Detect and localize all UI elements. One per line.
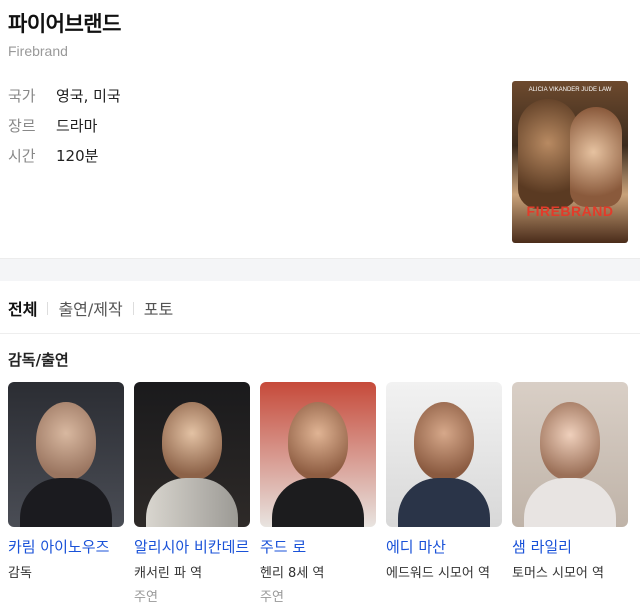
tab-separator — [132, 301, 134, 315]
cast-card[interactable]: 에디 마산 에드워드 시모어 역 — [386, 382, 502, 605]
cast-name[interactable]: 카림 아이노우즈 — [8, 536, 124, 557]
info-value: 영국, 미국 — [56, 86, 121, 105]
tab-bar: 전체 출연/제작 포토 — [8, 296, 173, 320]
movie-original-title: Firebrand — [8, 43, 68, 59]
cast-photo[interactable] — [8, 382, 124, 527]
cast-name[interactable]: 주드 로 — [260, 536, 376, 557]
cast-photo[interactable] — [260, 382, 376, 527]
movie-title: 파이어브랜드 — [8, 12, 121, 36]
movie-info-list: 국가 영국, 미국 장르 드라마 시간 120분 — [8, 80, 121, 170]
cast-role: 캐서린 파 역 — [134, 566, 203, 581]
cast-photo[interactable] — [512, 382, 628, 527]
section-divider — [0, 258, 640, 281]
poster-figure-woman — [570, 107, 622, 207]
cast-role: 헨리 8세 역 — [260, 566, 325, 581]
cast-kind: 주연 — [134, 590, 158, 605]
info-key: 국가 — [8, 86, 36, 105]
cast-name[interactable]: 에디 마산 — [386, 536, 502, 557]
info-row-country: 국가 영국, 미국 — [8, 80, 121, 110]
cast-role: 감독 — [8, 566, 32, 581]
info-value: 드라마 — [56, 116, 98, 135]
cast-name[interactable]: 샘 라일리 — [512, 536, 628, 557]
cast-card[interactable]: 알리시아 비칸데르 캐서린 파 역 주연 — [134, 382, 250, 605]
cast-photo[interactable] — [134, 382, 250, 527]
poster-cast-text: ALICIA VIKANDER JUDE LAW — [528, 87, 612, 93]
cast-name[interactable]: 알리시아 비칸데르 — [134, 536, 250, 557]
cast-card[interactable]: 주드 로 헨리 8세 역 주연 — [260, 382, 376, 605]
cast-card[interactable]: 샘 라일리 토머스 시모어 역 — [512, 382, 628, 605]
section-title-director-cast: 감독/출연 — [8, 351, 69, 369]
cast-role: 에드워드 시모어 역 — [386, 566, 490, 581]
tab-cast-crew[interactable]: 출연/제작 — [58, 296, 122, 320]
tab-all[interactable]: 전체 — [8, 296, 37, 320]
info-row-genre: 장르 드라마 — [8, 110, 121, 140]
cast-kind: 주연 — [260, 590, 284, 605]
tab-photo[interactable]: 포토 — [144, 296, 173, 320]
cast-list: 카림 아이노우즈 감독 알리시아 비칸데르 캐서린 파 역 주연 주드 로 헨리… — [8, 382, 638, 605]
info-value: 120분 — [56, 146, 99, 165]
info-row-runtime: 시간 120분 — [8, 140, 121, 170]
info-key: 시간 — [8, 146, 36, 165]
tab-separator — [47, 301, 49, 315]
cast-role: 토머스 시모어 역 — [512, 566, 604, 581]
cast-card[interactable]: 카림 아이노우즈 감독 — [8, 382, 124, 605]
movie-poster[interactable]: ALICIA VIKANDER JUDE LAW FIREBRAND — [512, 81, 628, 243]
tabs-underline — [0, 333, 640, 334]
poster-title-text: FIREBRAND — [526, 203, 614, 219]
poster-figure-man — [518, 99, 578, 209]
info-key: 장르 — [8, 116, 36, 135]
cast-photo[interactable] — [386, 382, 502, 527]
